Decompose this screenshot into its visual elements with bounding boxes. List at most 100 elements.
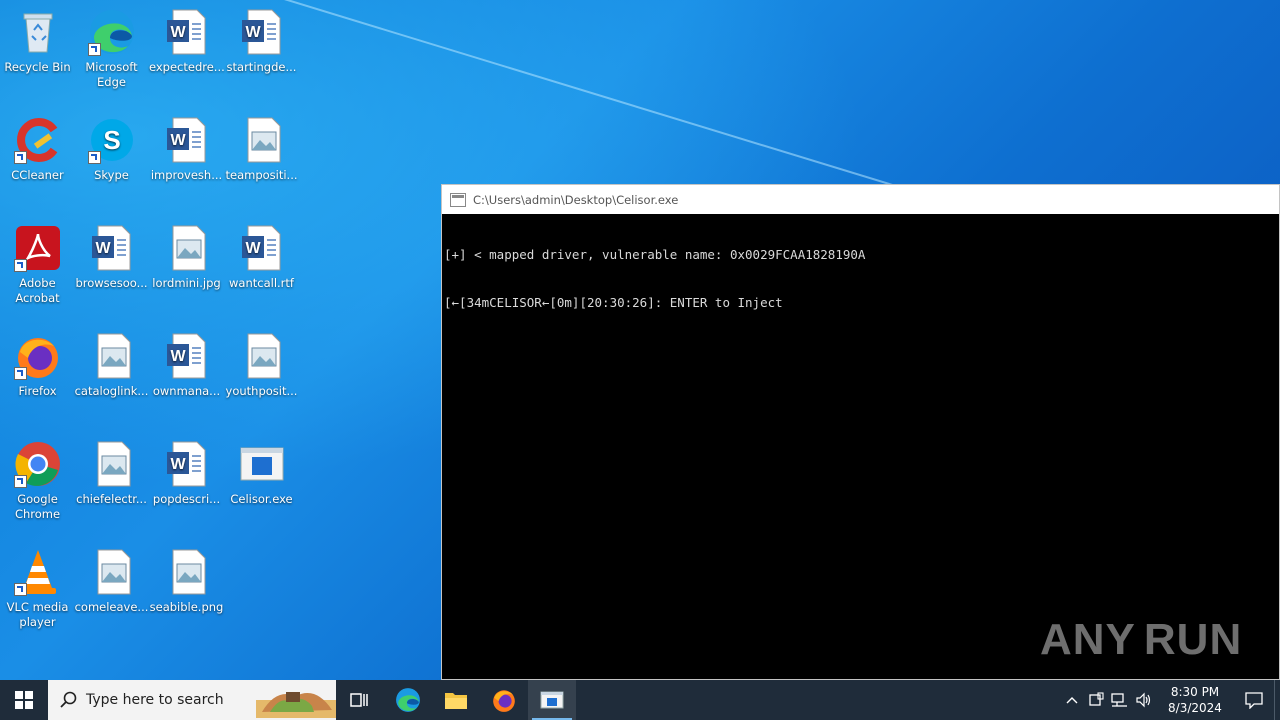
desktop-icon-celisor-exe[interactable]: Celisor.exe (224, 440, 299, 507)
taskbar-edge[interactable] (384, 680, 432, 720)
icon-label: browsesoo... (75, 276, 148, 290)
desktop-icon-word-doc[interactable]: W expectedre... (149, 8, 225, 75)
taskbar-clock[interactable]: 8:30 PM 8/3/2024 (1162, 684, 1228, 716)
taskbar: Type here to search 8:30 PM 8/3/2024 (0, 680, 1280, 720)
desktop-icon-image-file[interactable]: teampositi... (224, 116, 299, 183)
desktop-icon-word-doc[interactable]: W ownmana... (149, 332, 224, 399)
vlc-icon (13, 548, 62, 596)
icon-label: popdescri... (152, 492, 221, 506)
edge-icon (396, 688, 420, 712)
desktop-icon-word-doc[interactable]: W startingde... (224, 8, 299, 75)
tray-volume[interactable] (1132, 680, 1156, 720)
console-output[interactable]: [+] < mapped driver, vulnerable name: 0x… (442, 214, 1279, 343)
desktop-icon-skype[interactable]: S Skype (74, 116, 149, 183)
word-doc-icon: W (163, 332, 211, 380)
anyrun-watermark: ANY RUN (1040, 610, 1241, 670)
desktop-icon-ccleaner[interactable]: CCleaner (0, 116, 75, 183)
edge-icon (87, 8, 136, 56)
icon-label: wantcall.rtf (229, 276, 294, 290)
clock-date: 8/3/2024 (1168, 701, 1222, 715)
icon-label: lordmini.jpg (152, 276, 221, 290)
icon-label: Recycle Bin (4, 60, 71, 74)
svg-text:W: W (170, 24, 186, 41)
word-doc-icon: W (88, 224, 136, 272)
search-box[interactable]: Type here to search (48, 680, 336, 720)
word-doc-icon: W (238, 8, 286, 56)
network-icon (1111, 693, 1127, 707)
icon-label: comeleave... (74, 600, 149, 614)
exe-icon (238, 440, 286, 488)
icon-label: Microsoft Edge (85, 60, 138, 89)
desktop-icon-vlc[interactable]: VLC media player (0, 548, 75, 630)
shortcut-arrow-icon (87, 43, 101, 56)
tray-security[interactable] (1084, 680, 1108, 720)
search-icon (60, 691, 77, 708)
word-doc-icon: W (163, 116, 211, 164)
console-titlebar[interactable]: C:\Users\admin\Desktop\Celisor.exe (442, 185, 1279, 214)
desktop-icon-image-file[interactable]: comeleave... (74, 548, 149, 615)
desktop-icon-word-doc[interactable]: W improvesh... (149, 116, 224, 183)
console-app-icon (540, 691, 564, 709)
icon-label: CCleaner (11, 168, 64, 182)
taskbar-firefox[interactable] (480, 680, 528, 720)
icon-label: seabible.png (149, 600, 224, 614)
svg-text:W: W (245, 240, 261, 257)
show-desktop-button[interactable] (1274, 680, 1280, 720)
image-file-icon (88, 548, 136, 596)
folder-icon (445, 693, 467, 709)
console-title: C:\Users\admin\Desktop\Celisor.exe (473, 192, 679, 207)
clock-time: 8:30 PM (1170, 685, 1220, 699)
watermark-text-left: ANY (1040, 615, 1136, 664)
word-doc-icon: W (163, 440, 211, 488)
icon-label: expectedre... (149, 60, 225, 74)
desktop-icon-word-doc[interactable]: W wantcall.rtf (224, 224, 299, 291)
icon-label: cataloglink... (74, 384, 149, 398)
show-hidden-icons-button[interactable] (1060, 680, 1084, 720)
word-doc-icon: W (163, 8, 211, 56)
desktop-icon-word-doc[interactable]: W browsesoo... (74, 224, 149, 291)
ccleaner-icon (13, 116, 62, 164)
image-file-icon (88, 440, 136, 488)
desktop-icon-image-file[interactable]: seabible.png (149, 548, 224, 615)
shortcut-arrow-icon (13, 259, 27, 272)
icon-label: Adobe Acrobat (15, 276, 60, 305)
start-button[interactable] (0, 680, 48, 720)
desktop-icon-image-file[interactable]: youthposit... (224, 332, 299, 399)
task-view-icon (350, 693, 368, 707)
tray-network[interactable] (1108, 680, 1132, 720)
icon-label: Firefox (18, 384, 57, 398)
console-line: [+] < mapped driver, vulnerable name: 0x… (444, 247, 866, 262)
image-file-icon (163, 548, 211, 596)
desktop-icon-firefox[interactable]: Firefox (0, 332, 75, 399)
search-placeholder: Type here to search (86, 692, 224, 708)
desktop-icon-image-file[interactable]: chiefelectr... (74, 440, 149, 507)
svg-text:W: W (170, 132, 186, 149)
console-window[interactable]: C:\Users\admin\Desktop\Celisor.exe [+] <… (441, 184, 1280, 680)
desktop-icon-adobe-acrobat[interactable]: Adobe Acrobat (0, 224, 75, 306)
shortcut-arrow-icon (13, 583, 27, 596)
desktop-icon-recycle-bin[interactable]: Recycle Bin (0, 8, 75, 75)
desktop-icon-image-file[interactable]: lordmini.jpg (149, 224, 224, 291)
desktop-icon-microsoft-edge[interactable]: Microsoft Edge (74, 8, 149, 90)
skype-icon: S (87, 116, 136, 164)
desktop-icon-word-doc[interactable]: W popdescri... (149, 440, 224, 507)
firefox-icon (493, 690, 515, 712)
icon-label: ownmana... (152, 384, 221, 398)
shortcut-arrow-icon (13, 367, 27, 380)
desktop-icon-google-chrome[interactable]: Google Chrome (0, 440, 75, 522)
icon-label: chiefelectr... (76, 492, 147, 506)
svg-text:S: S (103, 125, 120, 155)
taskbar-file-explorer[interactable] (432, 680, 480, 720)
action-center-button[interactable] (1234, 680, 1274, 720)
desktop-icon-image-file[interactable]: cataloglink... (74, 332, 149, 399)
svg-text:W: W (170, 456, 186, 473)
notification-icon (1245, 692, 1263, 709)
speaker-icon (1136, 692, 1151, 708)
image-file-icon (88, 332, 136, 380)
image-file-icon (163, 224, 211, 272)
taskbar-celisor[interactable] (528, 680, 576, 720)
task-view-button[interactable] (336, 680, 384, 720)
acrobat-icon (13, 224, 62, 272)
icon-label: Celisor.exe (230, 492, 293, 506)
shortcut-arrow-icon (13, 151, 27, 164)
